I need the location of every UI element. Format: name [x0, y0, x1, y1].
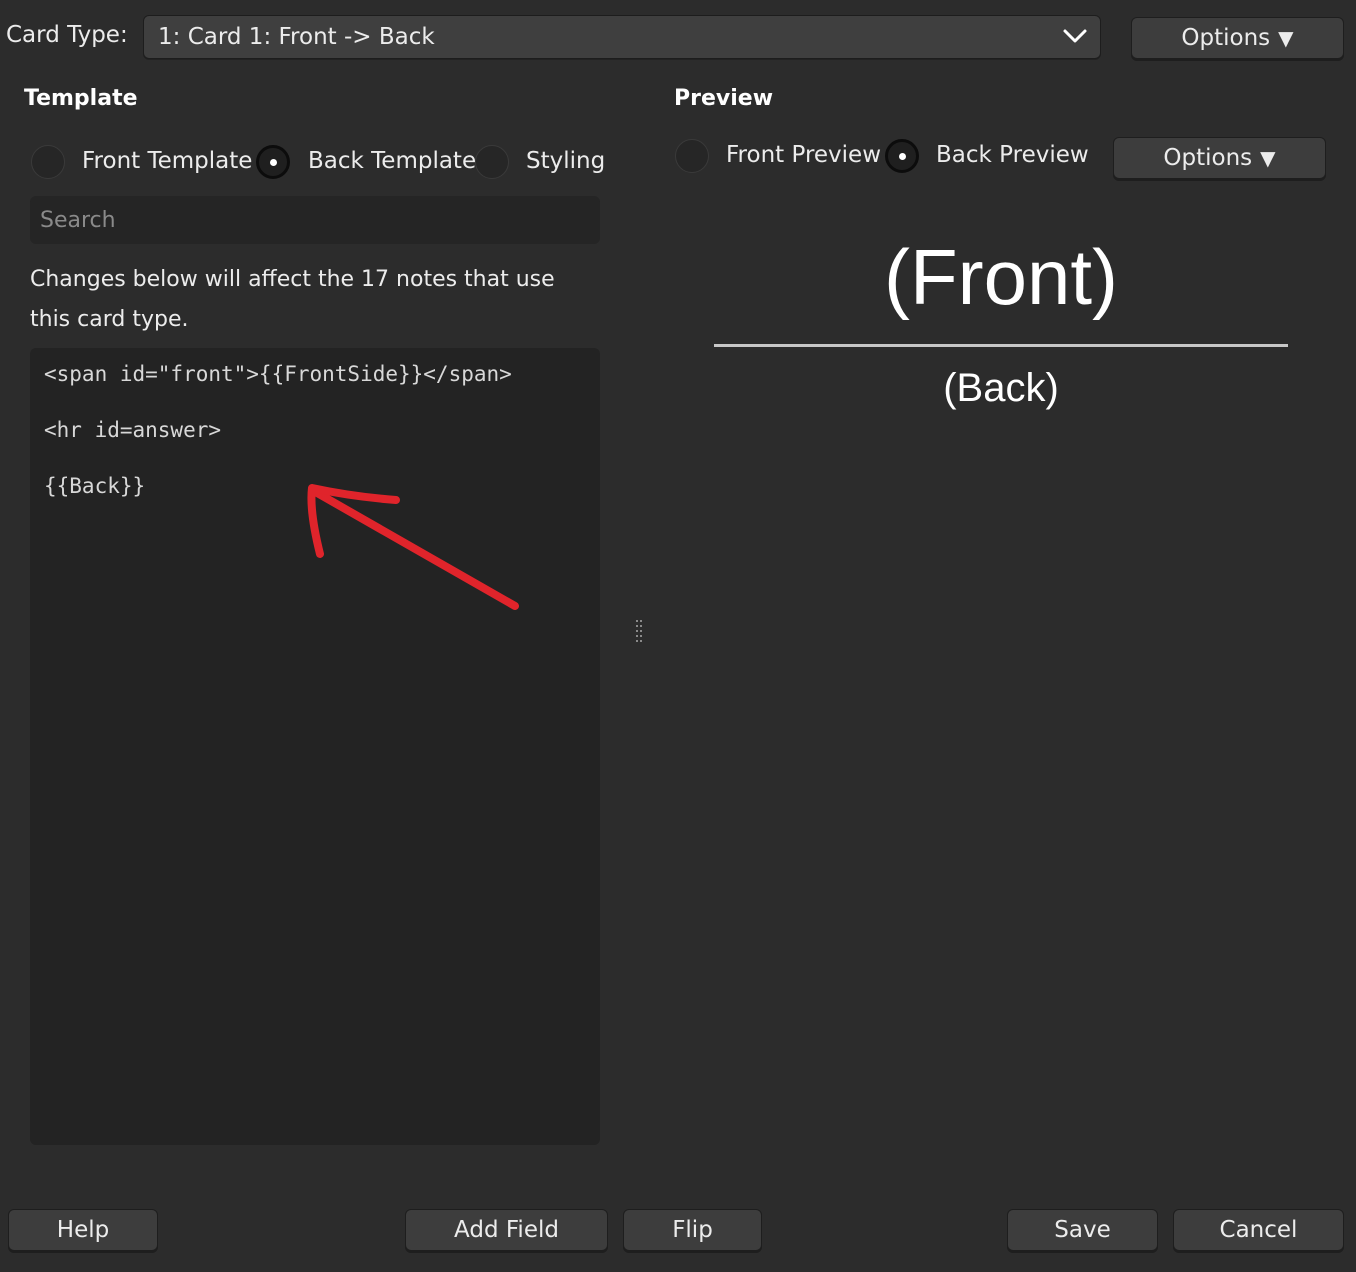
template-editor[interactable]: <span id="front">{{FrontSide}}</span> <h…: [30, 348, 600, 1145]
options-button-label: Options: [1163, 145, 1253, 171]
drag-handle-icon[interactable]: [636, 620, 644, 644]
code-line: <span id="front">{{FrontSide}}</span>: [44, 362, 512, 386]
card-type-select[interactable]: 1: Card 1: Front -> Back: [143, 15, 1101, 59]
back-preview-radio[interactable]: [885, 139, 919, 173]
front-template-radio[interactable]: [31, 145, 65, 179]
search-input[interactable]: [30, 196, 600, 244]
preview-options-button[interactable]: Options ▼: [1113, 137, 1326, 179]
changes-note: Changes below will affect the 17 notes t…: [30, 267, 555, 332]
card-type-value: 1: Card 1: Front -> Back: [158, 24, 435, 50]
triangle-down-icon: ▼: [1260, 146, 1276, 170]
triangle-down-icon: ▼: [1278, 26, 1294, 50]
back-template-label[interactable]: Back Template: [308, 148, 476, 174]
styling-label[interactable]: Styling: [526, 148, 605, 174]
preview-heading: Preview: [674, 86, 774, 111]
help-button[interactable]: Help: [8, 1209, 158, 1251]
cancel-button[interactable]: Cancel: [1173, 1209, 1344, 1251]
preview-front-text: (Front): [884, 233, 1118, 321]
add-field-button[interactable]: Add Field: [405, 1209, 608, 1251]
flip-button[interactable]: Flip: [623, 1209, 762, 1251]
chevron-down-icon: [1062, 27, 1088, 49]
front-template-label[interactable]: Front Template: [82, 148, 252, 174]
card-type-label: Card Type:: [6, 22, 128, 48]
code-line: <hr id=answer>: [44, 418, 222, 442]
front-preview-label[interactable]: Front Preview: [726, 142, 881, 168]
front-preview-radio[interactable]: [675, 139, 709, 173]
options-button-label: Options: [1181, 25, 1271, 51]
preview-answer-divider: [714, 344, 1288, 347]
card-type-options-button[interactable]: Options ▼: [1131, 17, 1344, 59]
preview-back-text: (Back): [943, 366, 1059, 410]
save-button[interactable]: Save: [1007, 1209, 1158, 1251]
back-preview-label[interactable]: Back Preview: [936, 142, 1089, 168]
styling-radio[interactable]: [475, 145, 509, 179]
back-template-radio[interactable]: [256, 145, 290, 179]
template-heading: Template: [24, 86, 138, 111]
code-line: {{Back}}: [44, 474, 146, 498]
